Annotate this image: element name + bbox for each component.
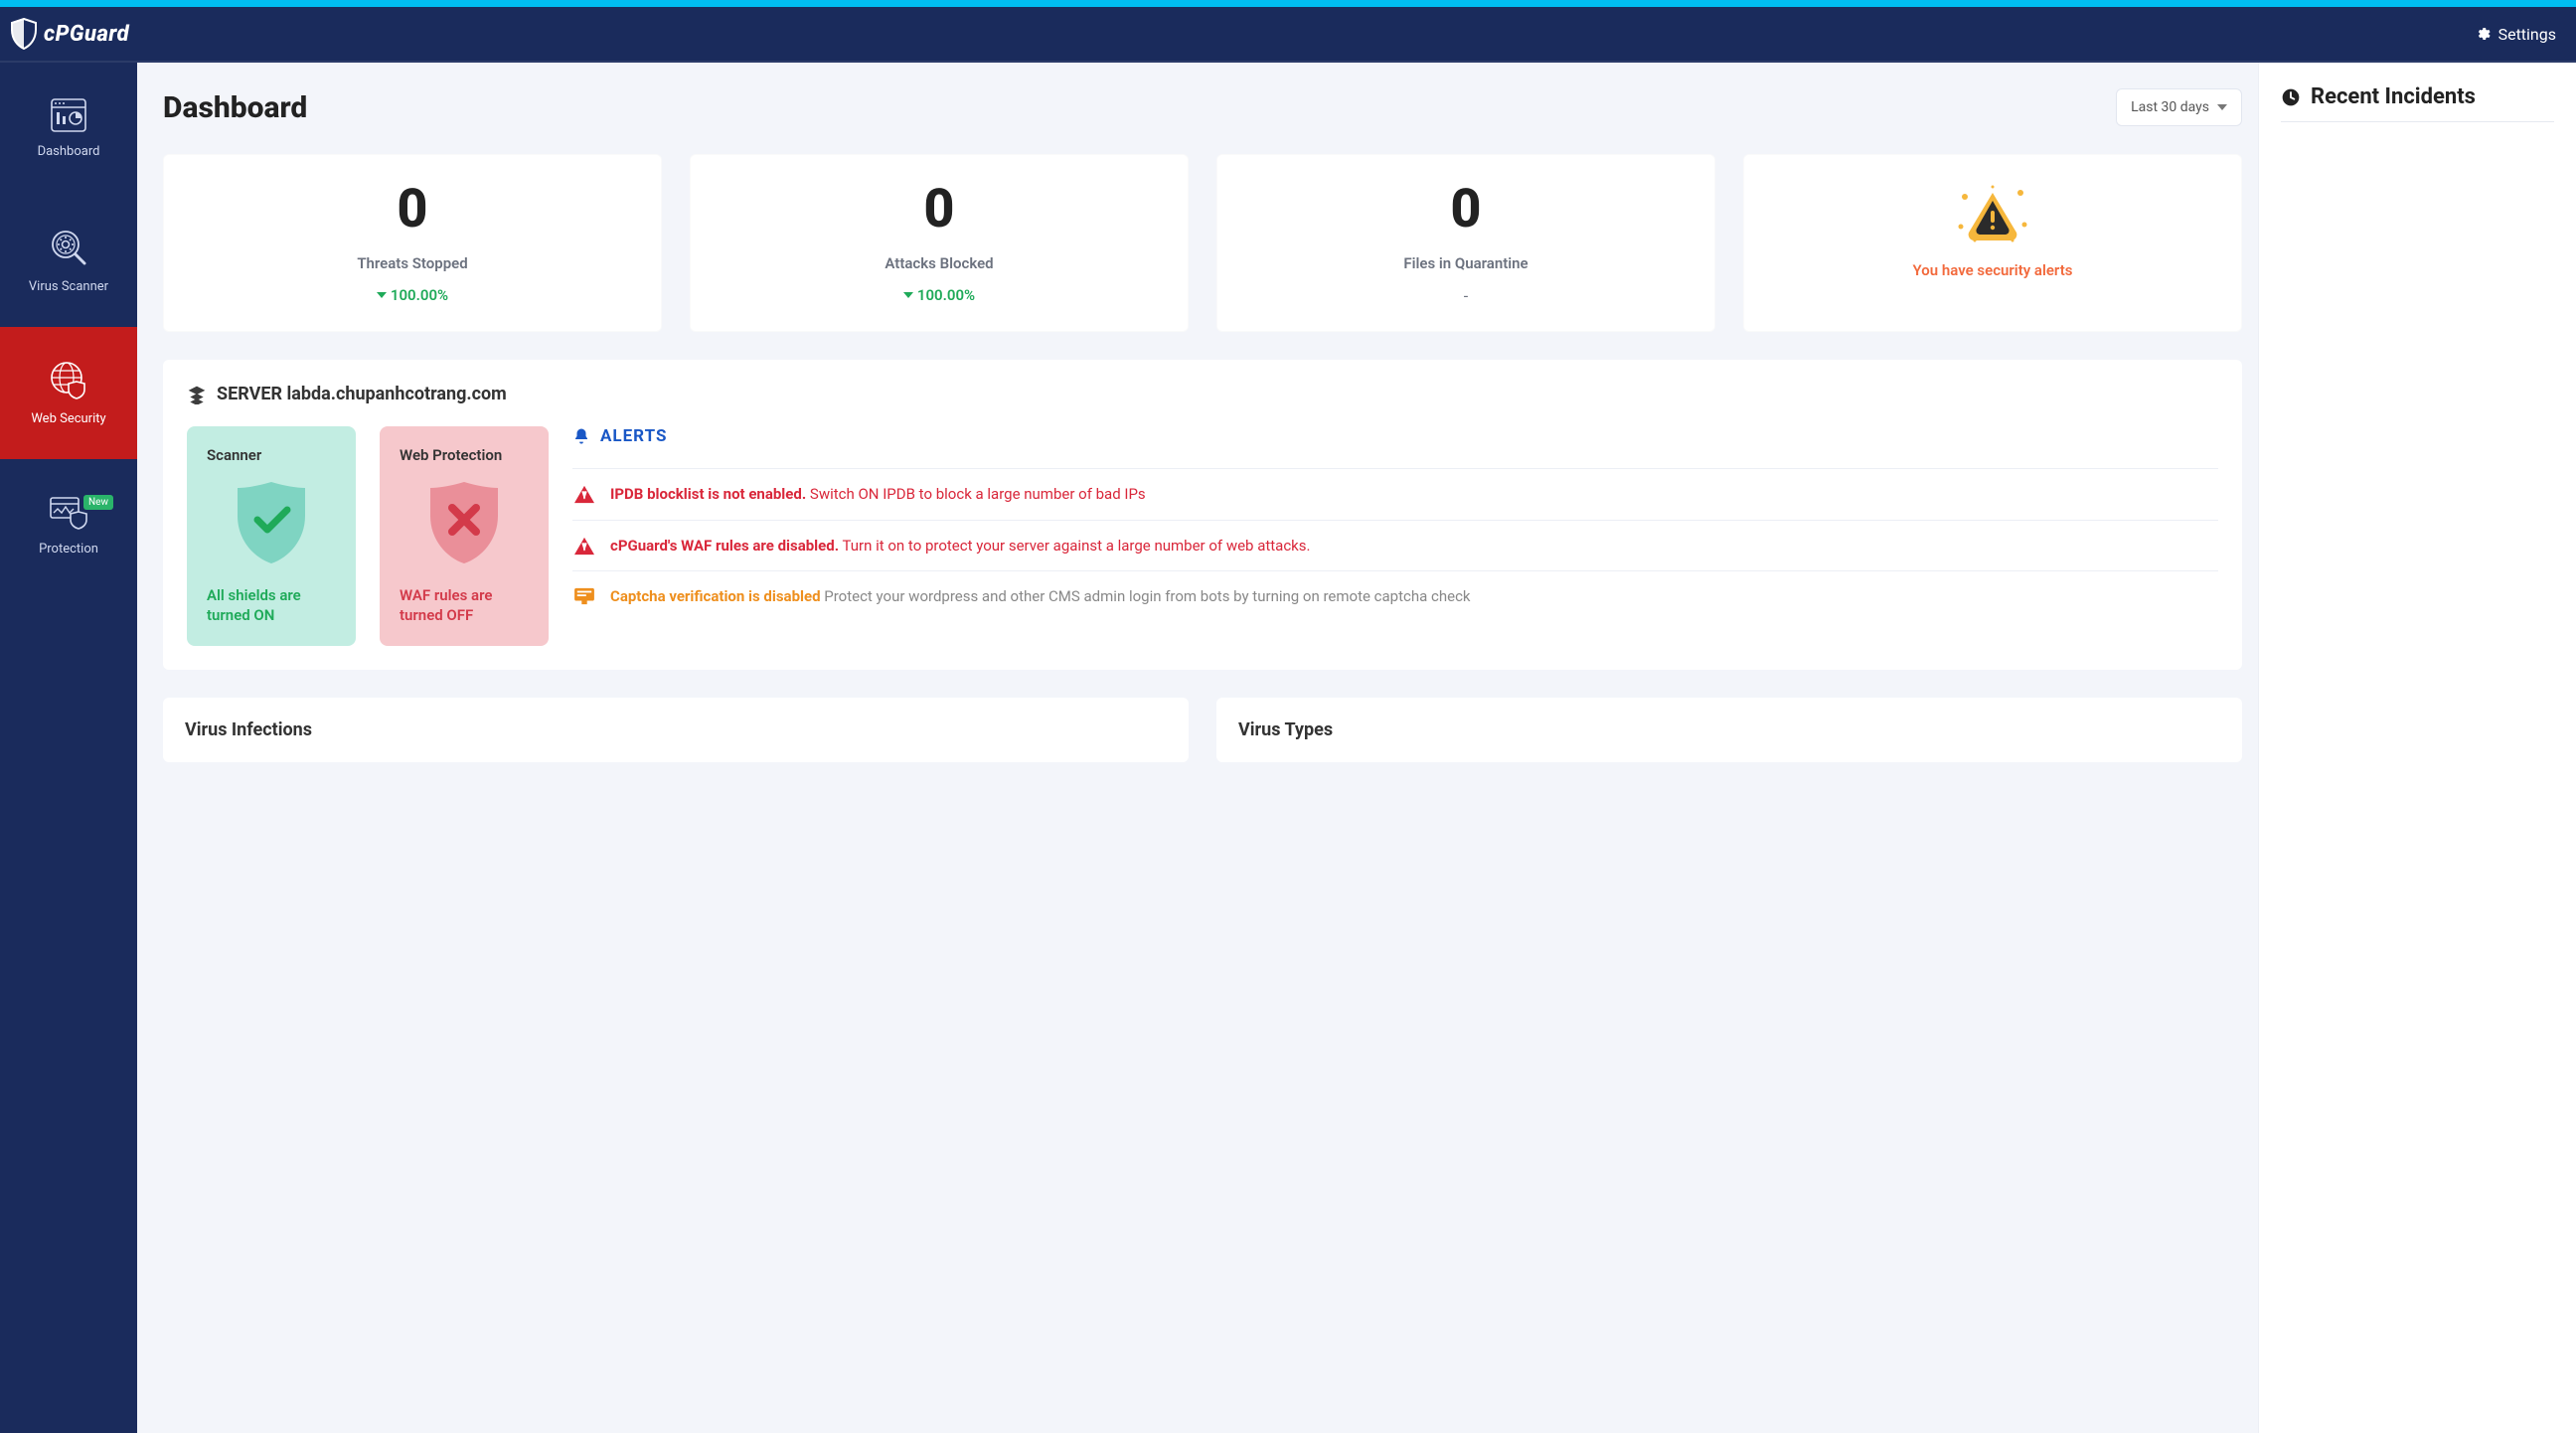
page-title: Dashboard <box>163 90 307 125</box>
warning-icon <box>1951 183 2034 246</box>
alert-bold: cPGuard's WAF rules are disabled. <box>610 537 839 555</box>
stat-delta-text: 100.00% <box>917 286 975 304</box>
stat-value: 0 <box>1450 183 1481 237</box>
shield-check-icon <box>230 478 313 567</box>
alert-item[interactable]: cPGuard's WAF rules are disabled. Turn i… <box>572 520 2218 571</box>
sidebar-item-virus-scanner[interactable]: Virus Scanner <box>0 195 137 327</box>
alert-triangle-icon <box>573 485 595 505</box>
chart-title: Virus Infections <box>185 719 1167 740</box>
stat-attacks-blocked: 0 Attacks Blocked 100.00% <box>690 154 1189 332</box>
stat-files-quarantine: 0 Files in Quarantine - <box>1216 154 1715 332</box>
monitor-icon <box>573 587 595 605</box>
stat-delta: 100.00% <box>903 286 975 304</box>
sidebar-item-protection[interactable]: New Protection <box>0 459 137 591</box>
sidebar-item-dashboard[interactable]: Dashboard <box>0 63 137 195</box>
status-message: All shields are turned ON <box>207 585 336 626</box>
shield-x-icon <box>422 478 506 567</box>
sidebar-item-label: Protection <box>39 542 98 557</box>
shield-logo-icon <box>10 18 38 50</box>
alert-item[interactable]: Captcha verification is disabled Protect… <box>572 570 2218 622</box>
sidebar-item-web-security[interactable]: Web Security <box>0 327 137 459</box>
scanner-status-card: Scanner All shields are turned ON <box>187 426 356 646</box>
sidebar: Dashboard Virus Scanner <box>0 63 137 1433</box>
settings-label: Settings <box>2498 25 2556 44</box>
topbar: cPGuard Settings <box>0 7 2576 63</box>
stat-value: 0 <box>397 183 427 237</box>
alert-bold: IPDB blocklist is not enabled. <box>610 485 806 503</box>
security-alerts-link[interactable]: You have security alerts <box>1913 260 2073 281</box>
stat-delta-text: 100.00% <box>391 286 448 304</box>
virus-infections-card: Virus Infections <box>163 698 1189 762</box>
brand-text: cPGuard <box>44 22 129 47</box>
stat-delta: 100.00% <box>377 286 448 304</box>
sidebar-item-label: Virus Scanner <box>29 279 108 294</box>
brand-logo: cPGuard <box>10 18 129 50</box>
stat-threats-stopped: 0 Threats Stopped 100.00% <box>163 154 662 332</box>
alert-triangle-icon <box>573 537 595 557</box>
server-hostname: labda.chupanhcotrang.com <box>286 384 506 404</box>
status-title: Web Protection <box>400 446 529 464</box>
chart-title: Virus Types <box>1238 719 2220 740</box>
stat-dash: - <box>1464 286 1468 305</box>
server-prefix: SERVER <box>217 384 282 404</box>
alert-bold: Captcha verification is disabled <box>610 587 821 605</box>
alert-rest: Protect your wordpress and other CMS adm… <box>824 587 1470 605</box>
alerts-heading: ALERTS <box>572 426 2218 458</box>
caret-down-icon <box>377 292 387 298</box>
gear-icon <box>2475 26 2491 42</box>
stat-security-alerts: You have security alerts <box>1743 154 2242 332</box>
recent-incidents-panel: Recent Incidents <box>2258 63 2576 1433</box>
dashboard-icon <box>51 98 86 132</box>
server-panel: SERVER labda.chupanhcotrang.com Scanner … <box>163 360 2242 670</box>
right-panel-title-text: Recent Incidents <box>2311 84 2476 109</box>
sidebar-item-label: Web Security <box>31 411 105 426</box>
alert-item[interactable]: IPDB blocklist is not enabled. Switch ON… <box>572 468 2218 520</box>
main-content: Dashboard Last 30 days 0 Threats Stopped… <box>137 63 2258 1433</box>
stat-value: 0 <box>923 183 954 237</box>
sidebar-item-label: Dashboard <box>38 144 100 159</box>
stat-label: Threats Stopped <box>357 254 467 272</box>
range-label: Last 30 days <box>2131 99 2209 115</box>
alerts-title-text: ALERTS <box>600 426 667 446</box>
status-title: Scanner <box>207 446 336 464</box>
new-badge: New <box>83 495 113 510</box>
recent-incidents-heading: Recent Incidents <box>2281 84 2554 122</box>
protection-icon <box>49 494 88 530</box>
alert-rest: Switch ON IPDB to block a large number o… <box>810 485 1146 503</box>
settings-link[interactable]: Settings <box>2475 25 2556 44</box>
clock-icon <box>2281 87 2301 107</box>
alerts-column: ALERTS IPDB blocklist is not enabled. <box>572 426 2218 622</box>
bell-icon <box>572 427 590 445</box>
server-heading: SERVER labda.chupanhcotrang.com <box>187 384 2218 404</box>
status-message: WAF rules are turned OFF <box>400 585 529 626</box>
alert-rest: Turn it on to protect your server agains… <box>842 537 1310 555</box>
web-security-icon <box>49 360 88 399</box>
web-protection-status-card: Web Protection WAF rules are turned OFF <box>380 426 549 646</box>
virus-types-card: Virus Types <box>1216 698 2242 762</box>
stat-label: Attacks Blocked <box>885 254 993 272</box>
stat-label: Files in Quarantine <box>1403 254 1528 272</box>
date-range-picker[interactable]: Last 30 days <box>2116 88 2242 126</box>
virus-scanner-icon <box>49 228 88 267</box>
layers-icon <box>187 385 207 404</box>
caret-down-icon <box>903 292 913 298</box>
chevron-down-icon <box>2217 104 2227 110</box>
